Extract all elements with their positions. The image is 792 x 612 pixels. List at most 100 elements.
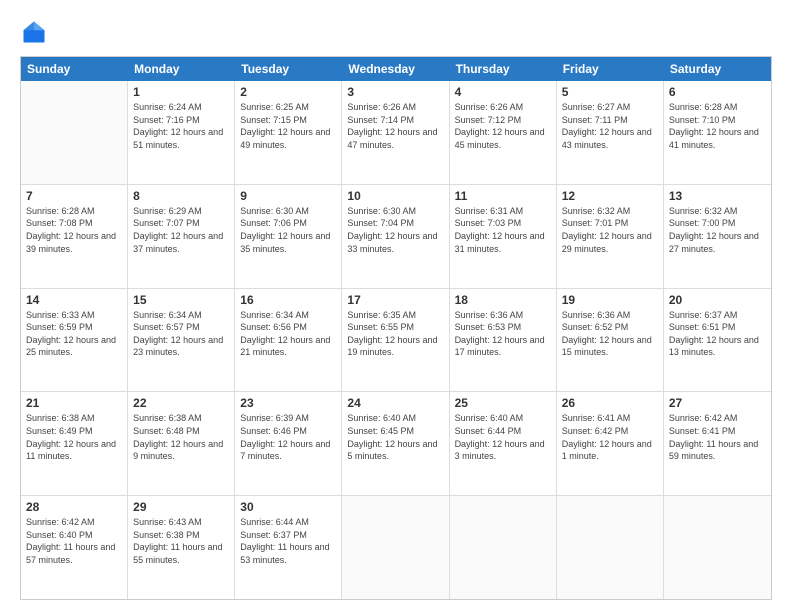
day-number: 5 [562, 85, 658, 99]
cell-info: Sunrise: 6:39 AMSunset: 6:46 PMDaylight:… [240, 412, 336, 462]
day-number: 30 [240, 500, 336, 514]
cal-cell-20: 20 Sunrise: 6:37 AMSunset: 6:51 PMDayligh… [664, 289, 771, 392]
day-number: 16 [240, 293, 336, 307]
day-number: 22 [133, 396, 229, 410]
day-number: 7 [26, 189, 122, 203]
cell-info: Sunrise: 6:32 AMSunset: 7:01 PMDaylight:… [562, 205, 658, 255]
header-day-saturday: Saturday [664, 57, 771, 81]
day-number: 6 [669, 85, 766, 99]
day-number: 24 [347, 396, 443, 410]
cal-cell-4: 4Sunrise: 6:26 AMSunset: 7:12 PMDaylight… [450, 81, 557, 184]
header-day-tuesday: Tuesday [235, 57, 342, 81]
header-day-friday: Friday [557, 57, 664, 81]
logo-icon [20, 18, 48, 46]
cal-cell-26: 26Sunrise: 6:41 AMSunset: 6:42 PMDayligh… [557, 392, 664, 495]
header [20, 18, 772, 46]
day-number: 28 [26, 500, 122, 514]
day-number: 1 [133, 85, 229, 99]
calendar-body: 1 Sunrise: 6:24 AMSunset: 7:16 PMDaylight… [21, 81, 771, 599]
cal-cell-empty [664, 496, 771, 599]
day-number: 9 [240, 189, 336, 203]
cell-info: Sunrise: 6:32 AMSunset: 7:00 PMDaylight:… [669, 205, 766, 255]
cell-info: Sunrise: 6:27 AMSunset: 7:11 PMDaylight:… [562, 101, 658, 151]
cal-cell-empty [342, 496, 449, 599]
cal-cell-2: 2Sunrise: 6:25 AMSunset: 7:15 PMDaylight… [235, 81, 342, 184]
day-number: 18 [455, 293, 551, 307]
day-number: 10 [347, 189, 443, 203]
cell-info: Sunrise: 6:36 AMSunset: 6:53 PMDaylight:… [455, 309, 551, 359]
cell-info: Sunrise: 6:34 AMSunset: 6:56 PMDaylight:… [240, 309, 336, 359]
cal-cell-27: 27Sunrise: 6:42 AMSunset: 6:41 PMDayligh… [664, 392, 771, 495]
cell-info: Sunrise: 6:24 AMSunset: 7:16 PMDaylight:… [133, 101, 229, 151]
header-day-thursday: Thursday [450, 57, 557, 81]
cell-info: Sunrise: 6:33 AMSunset: 6:59 PMDaylight:… [26, 309, 122, 359]
cal-cell-18: 18 Sunrise: 6:36 AMSunset: 6:53 PMDayligh… [450, 289, 557, 392]
cell-info: Sunrise: 6:40 AMSunset: 6:45 PMDaylight:… [347, 412, 443, 462]
calendar-row-2: 14 Sunrise: 6:33 AMSunset: 6:59 PMDayligh… [21, 289, 771, 393]
day-number: 4 [455, 85, 551, 99]
cell-info: Sunrise: 6:40 AMSunset: 6:44 PMDaylight:… [455, 412, 551, 462]
header-day-monday: Monday [128, 57, 235, 81]
header-day-wednesday: Wednesday [342, 57, 449, 81]
day-number: 3 [347, 85, 443, 99]
cal-cell-8: 8 Sunrise: 6:29 AMSunset: 7:07 PMDaylight… [128, 185, 235, 288]
cal-cell-13: 13 Sunrise: 6:32 AMSunset: 7:00 PMDayligh… [664, 185, 771, 288]
cal-cell-14: 14 Sunrise: 6:33 AMSunset: 6:59 PMDayligh… [21, 289, 128, 392]
cell-info: Sunrise: 6:38 AMSunset: 6:48 PMDaylight:… [133, 412, 229, 462]
day-number: 19 [562, 293, 658, 307]
cal-cell-28: 28 Sunrise: 6:42 AMSunset: 6:40 PMDayligh… [21, 496, 128, 599]
cal-cell-empty [557, 496, 664, 599]
cell-info: Sunrise: 6:43 AMSunset: 6:38 PMDaylight:… [133, 516, 229, 566]
day-number: 2 [240, 85, 336, 99]
cell-info: Sunrise: 6:31 AMSunset: 7:03 PMDaylight:… [455, 205, 551, 255]
cell-info: Sunrise: 6:28 AMSunset: 7:08 PMDaylight:… [26, 205, 122, 255]
cell-info: Sunrise: 6:37 AMSunset: 6:51 PMDaylight:… [669, 309, 766, 359]
cal-cell-9: 9Sunrise: 6:30 AMSunset: 7:06 PMDaylight… [235, 185, 342, 288]
day-number: 25 [455, 396, 551, 410]
day-number: 23 [240, 396, 336, 410]
cal-cell-29: 29 Sunrise: 6:43 AMSunset: 6:38 PMDayligh… [128, 496, 235, 599]
cal-cell-5: 5 Sunrise: 6:27 AMSunset: 7:11 PMDaylight… [557, 81, 664, 184]
day-number: 17 [347, 293, 443, 307]
cal-cell-6: 6 Sunrise: 6:28 AMSunset: 7:10 PMDaylight… [664, 81, 771, 184]
day-number: 21 [26, 396, 122, 410]
cal-cell-21: 21Sunrise: 6:38 AMSunset: 6:49 PMDayligh… [21, 392, 128, 495]
day-number: 15 [133, 293, 229, 307]
day-number: 12 [562, 189, 658, 203]
cal-cell-7: 7 Sunrise: 6:28 AMSunset: 7:08 PMDaylight… [21, 185, 128, 288]
day-number: 8 [133, 189, 229, 203]
cal-cell-10: 10 Sunrise: 6:30 AMSunset: 7:04 PMDayligh… [342, 185, 449, 288]
cell-info: Sunrise: 6:42 AMSunset: 6:41 PMDaylight:… [669, 412, 766, 462]
cell-info: Sunrise: 6:36 AMSunset: 6:52 PMDaylight:… [562, 309, 658, 359]
day-number: 11 [455, 189, 551, 203]
calendar-row-1: 7 Sunrise: 6:28 AMSunset: 7:08 PMDaylight… [21, 185, 771, 289]
cal-cell-1: 1 Sunrise: 6:24 AMSunset: 7:16 PMDaylight… [128, 81, 235, 184]
cal-cell-empty [21, 81, 128, 184]
cell-info: Sunrise: 6:35 AMSunset: 6:55 PMDaylight:… [347, 309, 443, 359]
cal-cell-30: 30Sunrise: 6:44 AMSunset: 6:37 PMDayligh… [235, 496, 342, 599]
header-day-sunday: Sunday [21, 57, 128, 81]
page: SundayMondayTuesdayWednesdayThursdayFrid… [0, 0, 792, 612]
day-number: 14 [26, 293, 122, 307]
calendar-row-4: 28 Sunrise: 6:42 AMSunset: 6:40 PMDayligh… [21, 496, 771, 599]
cal-cell-15: 15 Sunrise: 6:34 AMSunset: 6:57 PMDayligh… [128, 289, 235, 392]
cell-info: Sunrise: 6:28 AMSunset: 7:10 PMDaylight:… [669, 101, 766, 151]
cell-info: Sunrise: 6:41 AMSunset: 6:42 PMDaylight:… [562, 412, 658, 462]
cal-cell-19: 19 Sunrise: 6:36 AMSunset: 6:52 PMDayligh… [557, 289, 664, 392]
cal-cell-23: 23 Sunrise: 6:39 AMSunset: 6:46 PMDayligh… [235, 392, 342, 495]
day-number: 29 [133, 500, 229, 514]
day-number: 13 [669, 189, 766, 203]
day-number: 20 [669, 293, 766, 307]
cal-cell-25: 25 Sunrise: 6:40 AMSunset: 6:44 PMDayligh… [450, 392, 557, 495]
cal-cell-16: 16 Sunrise: 6:34 AMSunset: 6:56 PMDayligh… [235, 289, 342, 392]
cell-info: Sunrise: 6:42 AMSunset: 6:40 PMDaylight:… [26, 516, 122, 566]
cal-cell-17: 17 Sunrise: 6:35 AMSunset: 6:55 PMDayligh… [342, 289, 449, 392]
cal-cell-22: 22 Sunrise: 6:38 AMSunset: 6:48 PMDayligh… [128, 392, 235, 495]
cal-cell-12: 12 Sunrise: 6:32 AMSunset: 7:01 PMDayligh… [557, 185, 664, 288]
cell-info: Sunrise: 6:30 AMSunset: 7:04 PMDaylight:… [347, 205, 443, 255]
calendar: SundayMondayTuesdayWednesdayThursdayFrid… [20, 56, 772, 600]
cal-cell-3: 3Sunrise: 6:26 AMSunset: 7:14 PMDaylight… [342, 81, 449, 184]
cell-info: Sunrise: 6:34 AMSunset: 6:57 PMDaylight:… [133, 309, 229, 359]
calendar-row-3: 21Sunrise: 6:38 AMSunset: 6:49 PMDayligh… [21, 392, 771, 496]
cell-info: Sunrise: 6:29 AMSunset: 7:07 PMDaylight:… [133, 205, 229, 255]
